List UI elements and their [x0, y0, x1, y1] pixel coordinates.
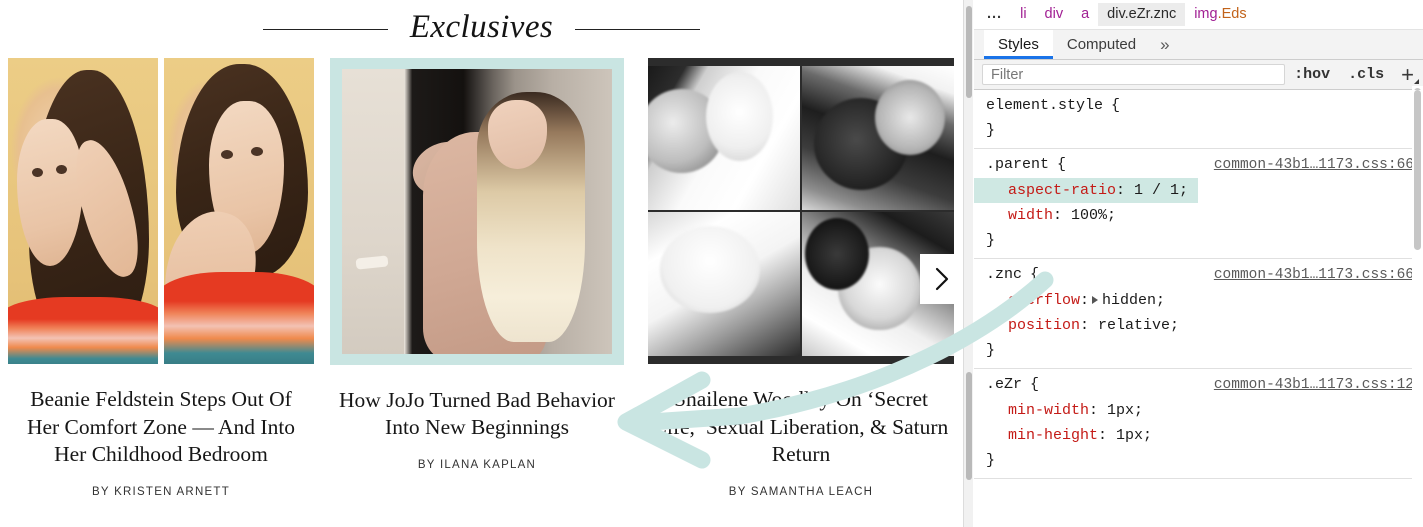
declaration-row[interactable]: width: 100%; [974, 203, 1423, 228]
card-byline: BY KRISTEN ARNETT [92, 485, 230, 498]
tab-styles[interactable]: Styles [984, 30, 1053, 59]
card-image-wrapper [648, 58, 954, 364]
card-title[interactable]: How JoJo Turned Bad Behavior Into New Be… [324, 387, 630, 442]
hov-toggle-button[interactable]: :hov [1285, 66, 1339, 83]
scrollbar-thumb-lower[interactable] [966, 372, 972, 480]
declaration-value[interactable]: 1px; [1116, 427, 1152, 444]
declaration-value[interactable]: 1 / 1; [1134, 182, 1188, 199]
carousel-card[interactable]: Beanie Feldstein Steps Out Of Her Comfor… [8, 58, 314, 498]
declaration-row[interactable]: aspect-ratio: 1 / 1; [974, 178, 1423, 203]
rule-parent[interactable]: .parent { common-43b1…1173.css:66 aspect… [974, 149, 1423, 259]
declaration-value[interactable]: relative; [1098, 317, 1179, 334]
carousel-next-button[interactable] [920, 254, 963, 304]
dom-breadcrumb: ... li div a div.eZr.znc img.Eds [974, 0, 1423, 30]
card-image-wrapper-highlighted [330, 58, 624, 365]
declaration-value[interactable]: 1px; [1107, 402, 1143, 419]
tab-computed[interactable]: Computed [1053, 30, 1150, 59]
declaration-row[interactable]: position: relative; [974, 313, 1423, 338]
declaration-value[interactable]: hidden; [1102, 292, 1165, 309]
devtools-tabstrip: Styles Computed » [974, 30, 1423, 60]
styles-rules-list: element.style { } .parent { common-43b1…… [974, 90, 1423, 527]
rule-close-brace: } [986, 452, 996, 469]
rule-open-brace: { [1030, 266, 1040, 283]
chevron-right-icon [935, 267, 948, 291]
card-title[interactable]: Shailene Woodley On ‘Secret Life,’ Sexua… [648, 386, 954, 469]
screenshot-root: Exclusives Beanie Feldstein Steps Out Of… [0, 0, 1423, 527]
filter-input[interactable]: Filter [982, 64, 1286, 85]
scrollbar-thumb-upper[interactable] [966, 6, 972, 98]
card-image[interactable] [8, 58, 314, 364]
rule-znc[interactable]: .znc { common-43b1…1173.css:66 overflow:… [974, 259, 1423, 369]
declaration-property[interactable]: position [1008, 317, 1080, 334]
breadcrumb-a[interactable]: a [1072, 3, 1098, 26]
page-scrollbar[interactable] [963, 0, 973, 527]
tab-more-chevron-icon[interactable]: » [1150, 30, 1179, 59]
rule-open-brace: { [1111, 97, 1121, 114]
declaration-value[interactable]: 100%; [1071, 207, 1116, 224]
declaration-row[interactable]: min-width: 1px; [974, 398, 1423, 423]
rule-open-brace: { [1057, 156, 1067, 173]
carousel-card[interactable]: How JoJo Turned Bad Behavior Into New Be… [324, 58, 630, 471]
styles-toolbar: Filter :hov .cls + [974, 60, 1423, 90]
declaration-property[interactable]: overflow [1008, 292, 1080, 309]
rule-source-link[interactable]: common-43b1…1173.css:66 [1214, 153, 1414, 178]
declaration-property[interactable]: min-width [1008, 402, 1089, 419]
carousel-card[interactable]: Shailene Woodley On ‘Secret Life,’ Sexua… [648, 58, 954, 498]
rule-element-style[interactable]: element.style { } [974, 90, 1423, 149]
card-title[interactable]: Beanie Feldstein Steps Out Of Her Comfor… [8, 386, 314, 469]
breadcrumb-img-class: .Eds [1217, 6, 1247, 23]
declaration-property[interactable]: min-height [1008, 427, 1098, 444]
rule-source-link[interactable]: common-43b1…1173.css:12 [1214, 373, 1414, 398]
rule-close-brace: } [986, 122, 996, 139]
rule-open-brace: { [1030, 376, 1040, 393]
rule-close-brace: } [986, 232, 996, 249]
article-carousel-page: Exclusives Beanie Feldstein Steps Out Of… [0, 0, 963, 527]
section-header: Exclusives [0, 0, 963, 58]
new-style-rule-button[interactable]: + [1393, 61, 1420, 87]
card-image[interactable] [648, 58, 954, 364]
declaration-property[interactable]: aspect-ratio [1008, 182, 1116, 199]
card-byline: BY SAMANTHA LEACH [728, 485, 874, 498]
rule-selector[interactable]: .parent [986, 152, 1049, 177]
declaration-row[interactable]: min-height: 1px; [974, 423, 1423, 448]
carousel: Beanie Feldstein Steps Out Of Her Comfor… [0, 58, 963, 527]
declaration-property[interactable]: width [1008, 207, 1053, 224]
card-image-wrapper [8, 58, 314, 364]
rule-source-link[interactable]: common-43b1…1173.css:66 [1214, 263, 1414, 288]
plus-icon: + [1401, 61, 1414, 87]
breadcrumb-selected-div[interactable]: div.eZr.znc [1098, 3, 1186, 26]
cls-toggle-button[interactable]: .cls [1339, 66, 1393, 83]
card-image[interactable] [342, 69, 612, 354]
divider-left [262, 28, 388, 30]
dropdown-triangle-icon [1414, 78, 1419, 84]
breadcrumb-li[interactable]: li [1011, 3, 1035, 26]
scrollbar-thumb[interactable] [1414, 90, 1421, 250]
devtools-panel: ... li div a div.eZr.znc img.Eds Styles … [963, 0, 1423, 527]
breadcrumb-div[interactable]: div [1036, 3, 1073, 26]
rule-selector[interactable]: .znc [986, 262, 1022, 287]
rule-selector[interactable]: .eZr [986, 372, 1022, 397]
breadcrumb-img-tag: img [1194, 6, 1218, 23]
breadcrumb-ellipsis[interactable]: ... [978, 3, 1011, 26]
declaration-row[interactable]: overflow: hidden; [974, 288, 1423, 313]
expand-triangle-icon[interactable] [1092, 296, 1099, 305]
rule-close-brace: } [986, 342, 996, 359]
rule-ezr[interactable]: .eZr { common-43b1…1173.css:12 min-width… [974, 369, 1423, 479]
styles-pane-scrollbar[interactable] [1412, 90, 1423, 527]
page-title: Exclusives [409, 8, 554, 45]
breadcrumb-img[interactable]: img.Eds [1185, 3, 1255, 26]
divider-right [575, 28, 701, 30]
rule-selector[interactable]: element.style [986, 93, 1103, 118]
card-byline: BY ILANA KAPLAN [417, 458, 537, 471]
